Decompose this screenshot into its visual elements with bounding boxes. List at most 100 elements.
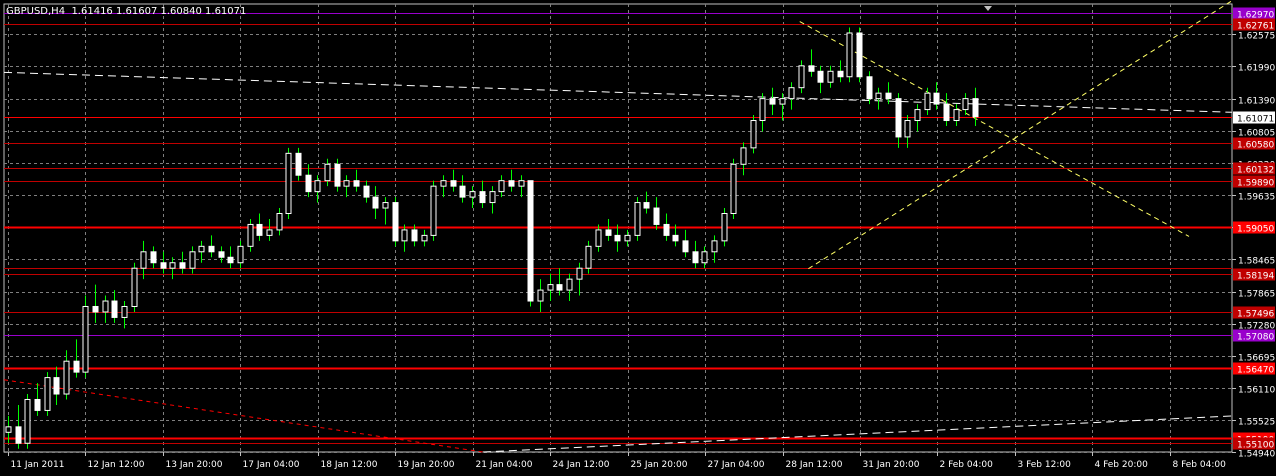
x-tick-label: 25 Jan 20:00 [631, 460, 688, 470]
scroll-marker [984, 6, 992, 11]
price-level-label: 1.55100 [1237, 441, 1274, 451]
candle-body [324, 163, 331, 182]
candle-body [189, 251, 196, 269]
candle-body [353, 180, 360, 187]
candle-body [450, 180, 457, 187]
y-tick-label: 1.55525 [1238, 418, 1275, 428]
candle-body [895, 98, 902, 138]
candle-body [140, 251, 147, 269]
candle-body [972, 98, 979, 118]
candle-body [208, 245, 215, 253]
trendline [3, 379, 483, 453]
candle-body [34, 398, 41, 411]
x-tick-label: 17 Jan 04:00 [243, 460, 300, 470]
candle-body [63, 360, 70, 395]
candle-body [314, 180, 321, 193]
price-level-label: 1.57496 [1237, 310, 1274, 320]
candle-body [459, 185, 466, 198]
ohlc-readout: 1.61416 1.61607 1.60840 1.61071 [71, 6, 247, 17]
x-tick-label: 11 Jan 2011 [11, 460, 65, 470]
x-tick-label: 27 Jan 04:00 [708, 460, 765, 470]
candle-body [576, 267, 583, 280]
y-tick-label: 1.61390 [1238, 97, 1275, 107]
candle-body [566, 278, 573, 291]
candle-body [924, 92, 931, 111]
symbol-timeframe: GBPUSD,H4 [6, 6, 66, 17]
candle-body [179, 262, 186, 269]
chart-title: GBPUSD,H4 1.61416 1.61607 1.60840 1.6107… [6, 6, 246, 17]
candle-body [430, 185, 437, 236]
candle-body [285, 152, 292, 215]
candle-body [547, 284, 554, 291]
candle-body [498, 180, 505, 193]
candle-body [131, 267, 138, 307]
x-tick-label: 3 Feb 12:00 [1018, 460, 1072, 470]
y-tick-label: 1.60805 [1238, 129, 1275, 139]
x-tick-label: 8 Feb 04:00 [1173, 460, 1227, 470]
candle-body [634, 202, 641, 236]
y-tick-label: 1.57865 [1238, 290, 1275, 300]
y-tick-label: 1.56695 [1238, 354, 1275, 364]
price-level-label: 1.56470 [1237, 366, 1274, 376]
price-level-label: 1.57080 [1237, 333, 1274, 343]
candle-body [943, 103, 950, 122]
candle-body [295, 152, 302, 176]
candle-body [933, 92, 940, 105]
candle-body [740, 147, 747, 165]
candle-body [247, 223, 254, 247]
candle-body [595, 229, 602, 247]
x-tick-label: 24 Jan 12:00 [553, 460, 610, 470]
candle-body [962, 98, 969, 111]
candle-body [266, 229, 273, 236]
candle-body [469, 191, 476, 198]
candle-body [585, 245, 592, 269]
candle-body [663, 223, 670, 236]
chart-svg: 1.625751.619901.613901.608051.602201.596… [3, 0, 1275, 470]
candle-body [343, 180, 350, 187]
candle-body [730, 163, 737, 215]
y-tick-label: 1.59635 [1238, 193, 1275, 203]
candle-body [121, 305, 128, 318]
candle-body [788, 87, 795, 100]
candle-body [305, 174, 312, 193]
candle-body [846, 32, 853, 78]
price-level-label: 1.62761 [1237, 22, 1274, 32]
candle-body [537, 289, 544, 302]
candle-body [885, 92, 892, 100]
x-tick-label: 19 Jan 20:00 [398, 460, 455, 470]
candle-body [489, 191, 496, 204]
candle-body [808, 65, 815, 72]
candle-body [256, 223, 263, 236]
x-tick-label: 4 Feb 20:00 [1095, 460, 1149, 470]
candle-body [334, 163, 341, 187]
candle-body [527, 180, 534, 302]
trendline [482, 415, 1233, 453]
candle-body [682, 240, 689, 253]
candle-body [556, 284, 563, 291]
candle-body [779, 98, 786, 105]
candle-body [111, 300, 118, 318]
candle-body [914, 109, 921, 122]
candle-body [769, 98, 776, 105]
y-tick-label: 1.58465 [1238, 257, 1275, 267]
x-tick-label: 2 Feb 04:00 [940, 460, 994, 470]
x-tick-label: 21 Jan 04:00 [476, 460, 533, 470]
candle-body [479, 191, 486, 204]
candle-body [24, 398, 31, 444]
candle-body [372, 196, 379, 209]
candle-body [856, 32, 863, 78]
candle-body [237, 245, 244, 264]
candle-body [605, 229, 612, 236]
candle-body [401, 229, 408, 242]
trendline [3, 71, 1233, 113]
candle-body [15, 426, 22, 444]
candle-body [198, 245, 205, 253]
candle-body [5, 426, 12, 433]
candle-body [759, 98, 766, 122]
x-tick-label: 31 Jan 20:00 [863, 460, 920, 470]
candle-body [904, 120, 911, 138]
candle-body [44, 377, 51, 411]
candle-body [750, 120, 757, 149]
candle-body [837, 70, 844, 78]
candle-body [440, 180, 447, 187]
